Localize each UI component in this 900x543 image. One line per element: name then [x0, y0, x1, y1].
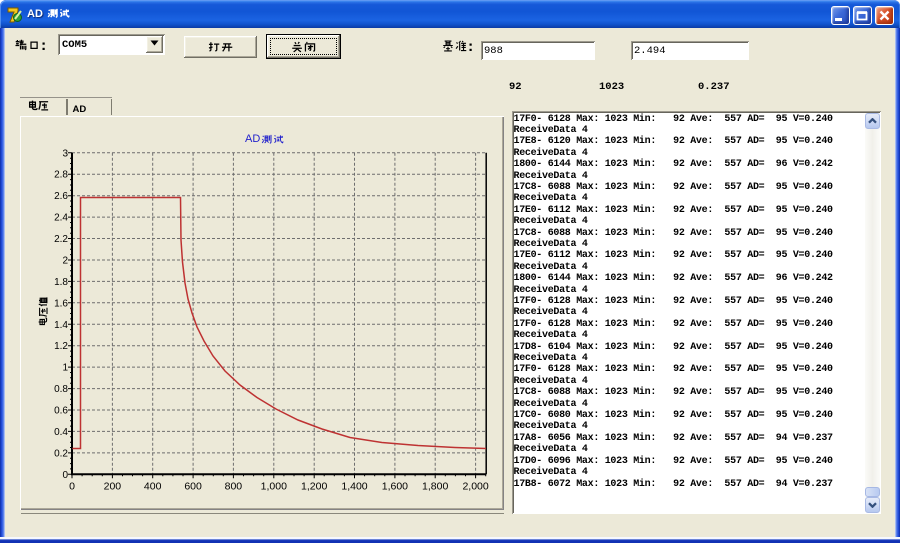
svg-text:1: 1 — [62, 363, 68, 374]
svg-text:1.8: 1.8 — [54, 277, 68, 288]
svg-text:1.6: 1.6 — [54, 298, 68, 309]
svg-text:400: 400 — [144, 480, 162, 492]
svg-text:1,600: 1,600 — [382, 480, 408, 492]
svg-text:2.4: 2.4 — [54, 213, 68, 224]
svg-text:1,400: 1,400 — [341, 480, 367, 492]
svg-text:0: 0 — [62, 470, 68, 481]
svg-text:1,200: 1,200 — [301, 480, 327, 492]
svg-text:0.4: 0.4 — [54, 427, 68, 438]
svg-text:2.6: 2.6 — [54, 191, 68, 202]
svg-text:600: 600 — [184, 480, 202, 492]
svg-text:0.8: 0.8 — [54, 384, 68, 395]
svg-text:0: 0 — [69, 480, 75, 492]
svg-text:0.6: 0.6 — [54, 406, 68, 417]
svg-text:2: 2 — [62, 256, 68, 267]
svg-text:2.8: 2.8 — [54, 170, 68, 181]
svg-text:1.4: 1.4 — [54, 320, 68, 331]
svg-text:800: 800 — [225, 480, 243, 492]
svg-text:0.2: 0.2 — [54, 448, 68, 459]
svg-text:1,000: 1,000 — [261, 480, 287, 492]
svg-text:2,000: 2,000 — [462, 480, 488, 492]
svg-text:3: 3 — [62, 148, 68, 159]
svg-text:200: 200 — [104, 480, 122, 492]
svg-text:1,800: 1,800 — [422, 480, 448, 492]
svg-text:2.2: 2.2 — [54, 234, 68, 245]
svg-text:1.2: 1.2 — [54, 341, 68, 352]
